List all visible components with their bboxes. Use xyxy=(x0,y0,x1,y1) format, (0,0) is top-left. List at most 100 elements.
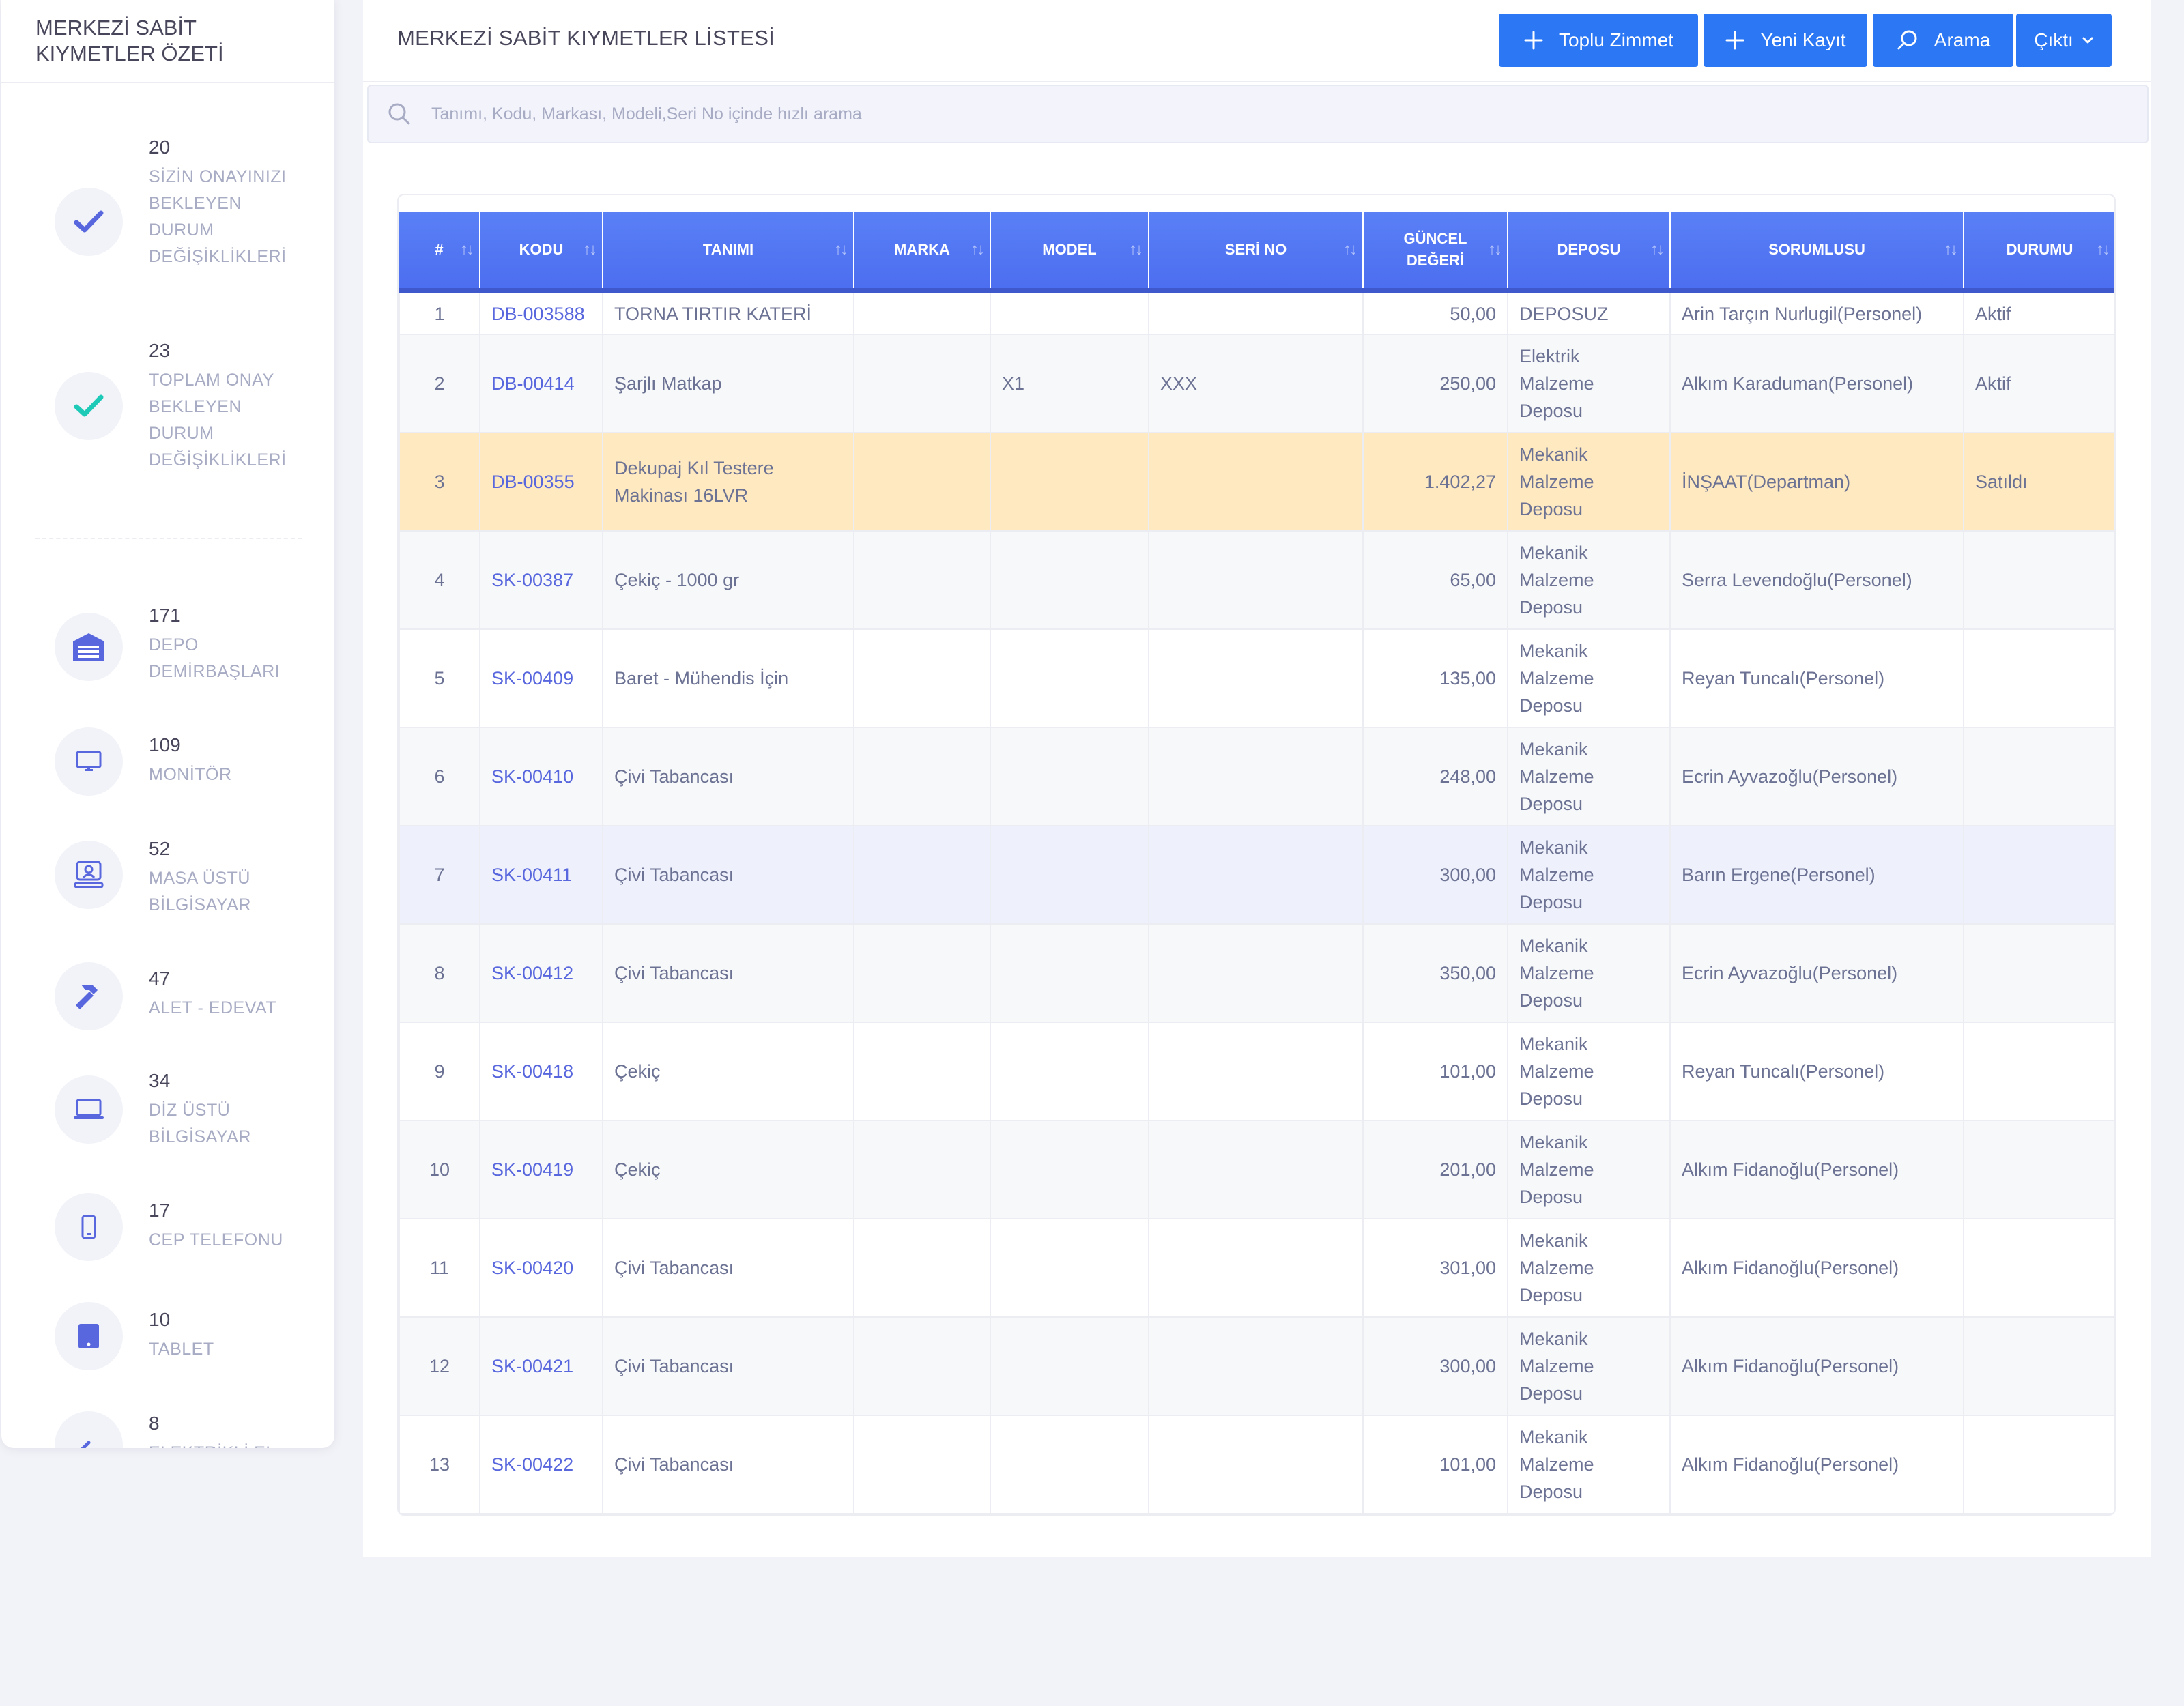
table-row[interactable]: 6 SK-00410 Çivi Tabancası 248,00 Mekanik Mal… xyxy=(399,727,2114,826)
asset-code-link[interactable]: DB-003588 xyxy=(479,290,603,335)
bulk-assign-button[interactable]: Toplu Zimmet xyxy=(1499,14,1698,67)
desktop-computer-icon xyxy=(55,841,123,909)
row-number: 7 xyxy=(399,825,480,925)
asset-name: Çivi Tabancası xyxy=(602,923,854,1023)
sort-icon[interactable]: ↑↓ xyxy=(1343,239,1357,261)
quick-search-bar xyxy=(367,85,2149,143)
column-header-label: KODU xyxy=(519,241,564,258)
asset-brand xyxy=(853,628,991,728)
asset-code-link[interactable]: SK-00419 xyxy=(479,1120,603,1219)
column-header-value[interactable]: GÜNCEL DEĞERİ ↑↓ xyxy=(1363,212,1508,293)
asset-serial xyxy=(1148,530,1364,630)
asset-code-link[interactable]: DB-00355 xyxy=(479,432,603,532)
asset-serial xyxy=(1148,432,1364,532)
stat-label: TOPLAM ONAY BEKLEYEN DURUM DEĞİŞİKLİKLER… xyxy=(149,371,287,469)
asset-depot: Mekanik Malzeme Deposu xyxy=(1507,1218,1671,1318)
asset-owner: Alkım Fidanoğlu(Personel) xyxy=(1669,1218,1964,1318)
asset-owner: Arin Tarçın Nurlugil(Personel) xyxy=(1669,290,1964,335)
asset-code-link[interactable]: SK-00418 xyxy=(479,1022,603,1121)
sort-icon[interactable]: ↑↓ xyxy=(834,239,848,261)
table-row[interactable]: 10 SK-00419 Çekiç 201,00 Mekanik Malzeme Dep… xyxy=(399,1120,2114,1219)
table-row[interactable]: 2 DB-00414 Şarjlı Matkap X1 XXX 250,00 Elektri… xyxy=(399,334,2114,433)
table-row[interactable]: 1 DB-003588 TORNA TIRTIR KATERİ 50,00 DEPOSU… xyxy=(399,290,2114,335)
asset-owner: Reyan Tuncalı(Personel) xyxy=(1669,1022,1964,1121)
table-row[interactable]: 4 SK-00387 Çekiç - 1000 gr 65,00 Mekanik Mal… xyxy=(399,530,2114,630)
assets-list-card: MERKEZİ SABİT KIYMETLER LİSTESİ Toplu Zi… xyxy=(363,0,2151,1557)
check-icon xyxy=(55,372,123,440)
column-header-code[interactable]: KODU ↑↓ xyxy=(480,212,603,293)
stat-label: DİZ ÜSTÜ BİLGİSAYAR xyxy=(149,1101,251,1146)
asset-current-value: 250,00 xyxy=(1362,334,1508,433)
sort-icon[interactable]: ↑↓ xyxy=(1650,239,1665,261)
asset-depot: Mekanik Malzeme Deposu xyxy=(1507,1022,1671,1121)
asset-code-link[interactable]: SK-00411 xyxy=(479,825,603,925)
asset-owner: Alkım Fidanoğlu(Personel) xyxy=(1669,1415,1964,1514)
asset-serial xyxy=(1148,1218,1364,1318)
stat-count: 109 xyxy=(149,734,181,755)
column-header-label: # xyxy=(435,241,444,258)
plus-icon xyxy=(1725,31,1744,50)
column-header-owner[interactable]: SORUMLUSU ↑↓ xyxy=(1670,212,1964,293)
asset-current-value: 300,00 xyxy=(1362,1316,1508,1416)
table-row[interactable]: 9 SK-00418 Çekiç 101,00 Mekanik Malzeme Depo… xyxy=(399,1022,2114,1121)
column-header-label: DURUMU xyxy=(2006,241,2073,258)
table-row[interactable]: 3 DB-00355 Dekupaj Kıl Testere Makinası 16… xyxy=(399,432,2114,532)
asset-code-link[interactable]: SK-00420 xyxy=(479,1218,603,1318)
sort-icon[interactable]: ↑↓ xyxy=(583,239,597,261)
asset-owner: Ecrin Ayvazoğlu(Personel) xyxy=(1669,923,1964,1023)
table-row[interactable]: 13 SK-00422 Çivi Tabancası 101,00 Mekanik Ma… xyxy=(399,1415,2114,1514)
asset-serial xyxy=(1148,727,1364,826)
asset-code-link[interactable]: SK-00412 xyxy=(479,923,603,1023)
column-header-brand[interactable]: MARKA ↑↓ xyxy=(854,212,991,293)
column-header-no[interactable]: # ↑↓ xyxy=(399,212,480,293)
asset-name: Şarjlı Matkap xyxy=(602,334,854,433)
table-row[interactable]: 12 SK-00421 Çivi Tabancası 300,00 Mekanik Ma… xyxy=(399,1316,2114,1416)
asset-code-link[interactable]: SK-00421 xyxy=(479,1316,603,1416)
asset-serial xyxy=(1148,1316,1364,1416)
sort-icon[interactable]: ↑↓ xyxy=(971,239,985,261)
sort-icon[interactable]: ↑↓ xyxy=(1129,239,1143,261)
table-row[interactable]: 5 SK-00409 Baret - Mühendis İçin 135,00 Meka… xyxy=(399,628,2114,728)
warehouse-icon xyxy=(55,613,123,681)
new-record-button[interactable]: Yeni Kayıt xyxy=(1704,14,1867,67)
table-row[interactable]: 11 SK-00420 Çivi Tabancası 301,00 Mekanik Ma… xyxy=(399,1218,2114,1318)
sort-icon[interactable]: ↑↓ xyxy=(2096,239,2110,261)
asset-code-link[interactable]: SK-00422 xyxy=(479,1415,603,1514)
asset-code-link[interactable]: SK-00387 xyxy=(479,530,603,630)
sort-icon[interactable]: ↑↓ xyxy=(1488,239,1502,261)
quick-search-input[interactable] xyxy=(431,86,2124,142)
asset-code-link[interactable]: SK-00409 xyxy=(479,628,603,728)
stat-label: ELEKTRİKLİ EL xyxy=(149,1440,306,1448)
asset-code-link[interactable]: SK-00410 xyxy=(479,727,603,826)
asset-name: Çivi Tabancası xyxy=(602,727,854,826)
stat-count: 34 xyxy=(149,1070,171,1091)
asset-serial xyxy=(1148,825,1364,925)
search-button[interactable]: Arama xyxy=(1873,14,2013,67)
asset-current-value: 65,00 xyxy=(1362,530,1508,630)
sort-icon[interactable]: ↑↓ xyxy=(460,239,474,261)
asset-depot: Mekanik Malzeme Deposu xyxy=(1507,432,1671,532)
output-button-label: Çıktı xyxy=(2034,29,2073,50)
output-dropdown-button[interactable]: Çıktı xyxy=(2016,14,2112,67)
asset-brand xyxy=(853,1022,991,1121)
asset-code-link[interactable]: DB-00414 xyxy=(479,334,603,433)
asset-owner: İNŞAAT(Departman) xyxy=(1669,432,1964,532)
row-number: 1 xyxy=(399,290,480,335)
stat-label: TABLET xyxy=(149,1340,214,1359)
asset-status xyxy=(1963,1316,2114,1416)
row-number: 5 xyxy=(399,628,480,728)
asset-owner: Ecrin Ayvazoğlu(Personel) xyxy=(1669,727,1964,826)
column-header-status[interactable]: DURUMU ↑↓ xyxy=(1964,212,2114,293)
column-header-serial[interactable]: SERİ NO ↑↓ xyxy=(1149,212,1364,293)
asset-model xyxy=(990,628,1149,728)
asset-brand xyxy=(853,1120,991,1219)
row-number: 2 xyxy=(399,334,480,433)
sort-icon[interactable]: ↑↓ xyxy=(1944,239,1958,261)
column-header-model[interactable]: MODEL ↑↓ xyxy=(990,212,1149,293)
stat-label: MONİTÖR xyxy=(149,765,232,784)
table-row[interactable]: 7 SK-00411 Çivi Tabancası 300,00 Mekanik Mal… xyxy=(399,825,2114,925)
asset-model xyxy=(990,727,1149,826)
table-row[interactable]: 8 SK-00412 Çivi Tabancası 350,00 Mekanik Mal… xyxy=(399,923,2114,1023)
column-header-name[interactable]: TANIMI ↑↓ xyxy=(603,212,854,293)
column-header-depot[interactable]: DEPOSU ↑↓ xyxy=(1508,212,1671,293)
